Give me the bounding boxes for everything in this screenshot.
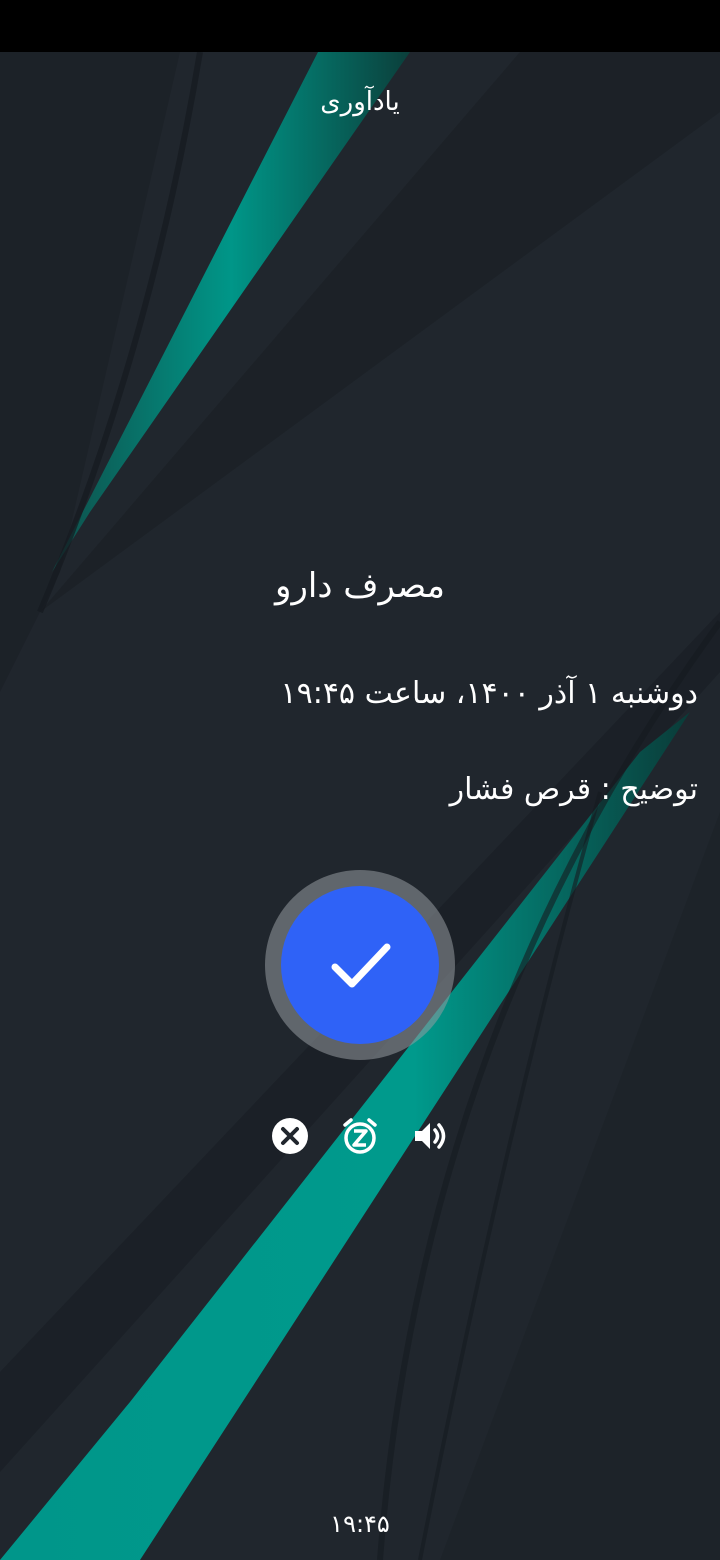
sound-button[interactable] bbox=[410, 1116, 450, 1156]
snooze-alarm-icon bbox=[343, 1118, 377, 1154]
confirm-button[interactable] bbox=[281, 886, 439, 1044]
status-bar bbox=[0, 0, 720, 52]
volume-icon bbox=[415, 1123, 446, 1149]
current-time: ۱۹:۴۵ bbox=[330, 1510, 390, 1538]
snooze-button[interactable] bbox=[340, 1116, 380, 1156]
confirm-button-ring bbox=[265, 870, 455, 1060]
reminder-alarm-screen: یادآوری مصرف دارو دوشنبه ۱ آذر ۱۴۰۰، ساع… bbox=[0, 0, 720, 1560]
reminder-description: توضیح : قرص فشار bbox=[449, 772, 698, 807]
app-title: یادآوری bbox=[320, 87, 400, 117]
reminder-datetime: دوشنبه ۱ آذر ۱۴۰۰، ساعت ۱۹:۴۵ bbox=[280, 676, 698, 711]
close-circle-icon bbox=[272, 1118, 308, 1154]
reminder-title: مصرف دارو bbox=[275, 566, 445, 606]
check-icon bbox=[331, 943, 391, 988]
dismiss-button[interactable] bbox=[270, 1116, 310, 1156]
